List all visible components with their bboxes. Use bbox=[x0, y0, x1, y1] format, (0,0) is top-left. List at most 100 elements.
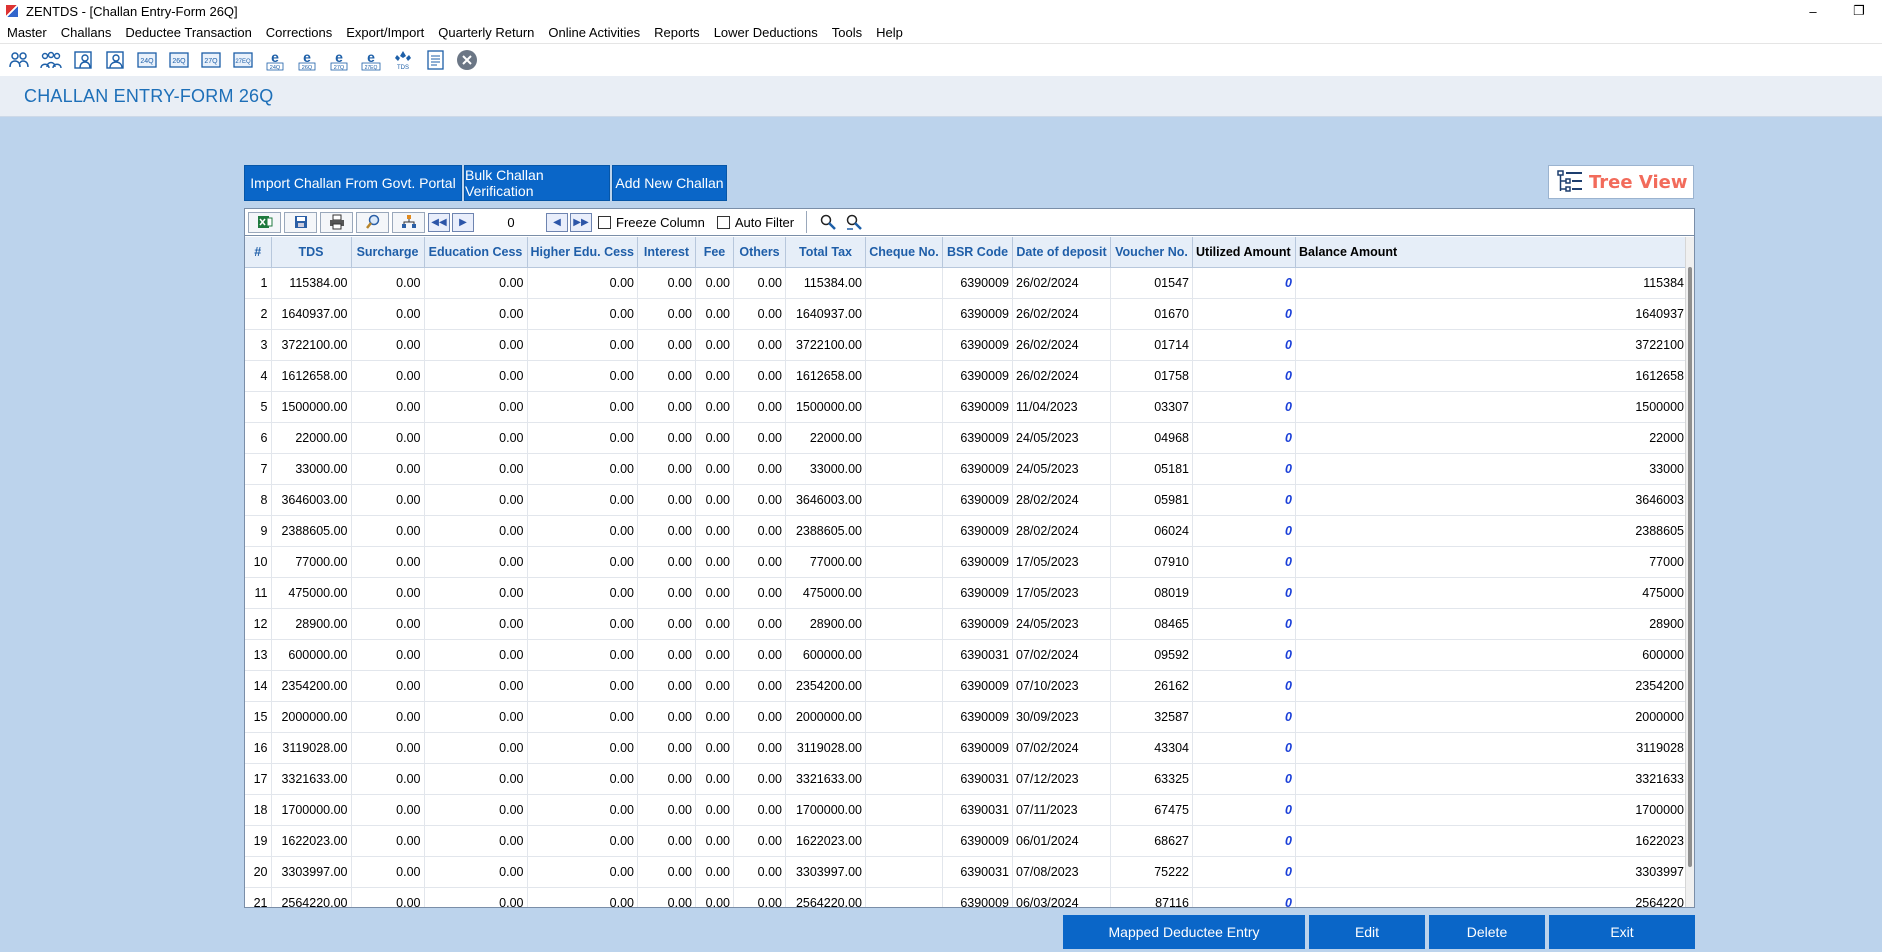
date-of-deposit-cell[interactable]: 26/02/2024 bbox=[1012, 360, 1111, 392]
find-next-icon[interactable] bbox=[843, 212, 865, 232]
e-27q-icon[interactable]: e 27Q bbox=[326, 47, 352, 73]
interest-cell[interactable]: 0.00 bbox=[637, 546, 696, 578]
higher-edu-cess-cell[interactable]: 0.00 bbox=[527, 515, 638, 547]
close-icon[interactable] bbox=[454, 47, 480, 73]
voucher-no-cell[interactable]: 06024 bbox=[1110, 515, 1193, 547]
cheque-no-cell[interactable] bbox=[865, 670, 943, 702]
higher-edu-cess-cell[interactable]: 0.00 bbox=[527, 608, 638, 640]
row-index[interactable]: 5 bbox=[245, 391, 272, 423]
scrollbar-thumb[interactable] bbox=[1688, 267, 1692, 867]
balance-amount-cell[interactable]: 475000 bbox=[1295, 577, 1688, 609]
utilized-amount-cell[interactable]: 0 bbox=[1192, 391, 1296, 423]
others-cell[interactable]: 0.00 bbox=[733, 298, 786, 330]
cheque-no-cell[interactable] bbox=[865, 298, 943, 330]
utilized-amount-cell[interactable]: 0 bbox=[1192, 360, 1296, 392]
date-of-deposit-cell[interactable]: 26/02/2024 bbox=[1012, 267, 1111, 299]
total-tax-cell[interactable]: 3119028.00 bbox=[785, 732, 866, 764]
utilized-amount-cell[interactable]: 0 bbox=[1192, 422, 1296, 454]
education-cess-cell[interactable]: 0.00 bbox=[424, 329, 528, 361]
tds-cell[interactable]: 1700000.00 bbox=[271, 794, 352, 826]
bsr-code-cell[interactable]: 6390031 bbox=[942, 856, 1013, 888]
table-row[interactable]: 19 1622023.00 0.00 0.00 0.00 0.00 0.00 0.00 1622… bbox=[245, 825, 1688, 857]
table-row[interactable]: 21 2564220.00 0.00 0.00 0.00 0.00 0.00 0.00 2564… bbox=[245, 887, 1688, 907]
last-record-button[interactable]: ▶▶ bbox=[570, 212, 592, 232]
voucher-no-cell[interactable]: 03307 bbox=[1110, 391, 1193, 423]
users-group-icon[interactable] bbox=[38, 47, 64, 73]
interest-cell[interactable]: 0.00 bbox=[637, 639, 696, 671]
table-row[interactable]: 8 3646003.00 0.00 0.00 0.00 0.00 0.00 0.00 36460… bbox=[245, 484, 1688, 516]
total-tax-cell[interactable]: 3646003.00 bbox=[785, 484, 866, 516]
bsr-code-cell[interactable]: 6390031 bbox=[942, 639, 1013, 671]
balance-amount-cell[interactable]: 28900 bbox=[1295, 608, 1688, 640]
higher-edu-cess-cell[interactable]: 0.00 bbox=[527, 329, 638, 361]
table-row[interactable]: 1 115384.00 0.00 0.00 0.00 0.00 0.00 0.00 115384… bbox=[245, 267, 1688, 299]
cheque-no-cell[interactable] bbox=[865, 608, 943, 640]
others-cell[interactable]: 0.00 bbox=[733, 856, 786, 888]
utilized-amount-cell[interactable]: 0 bbox=[1192, 639, 1296, 671]
table-row[interactable]: 11 475000.00 0.00 0.00 0.00 0.00 0.00 0.00 47500… bbox=[245, 577, 1688, 609]
print-button[interactable] bbox=[320, 211, 353, 233]
row-index[interactable]: 21 bbox=[245, 887, 272, 907]
surcharge-cell[interactable]: 0.00 bbox=[351, 794, 425, 826]
col-header-fee[interactable]: Fee bbox=[695, 237, 734, 268]
bsr-code-cell[interactable]: 6390009 bbox=[942, 546, 1013, 578]
auto-filter-checkbox[interactable]: Auto Filter bbox=[716, 215, 794, 230]
education-cess-cell[interactable]: 0.00 bbox=[424, 608, 528, 640]
education-cess-cell[interactable]: 0.00 bbox=[424, 360, 528, 392]
interest-cell[interactable]: 0.00 bbox=[637, 298, 696, 330]
import-challan-button[interactable]: Import Challan From Govt. Portal bbox=[244, 165, 462, 201]
date-of-deposit-cell[interactable]: 07/10/2023 bbox=[1012, 670, 1111, 702]
interest-cell[interactable]: 0.00 bbox=[637, 391, 696, 423]
date-of-deposit-cell[interactable]: 24/05/2023 bbox=[1012, 608, 1111, 640]
balance-amount-cell[interactable]: 2000000 bbox=[1295, 701, 1688, 733]
fee-cell[interactable]: 0.00 bbox=[695, 391, 734, 423]
utilized-amount-cell[interactable]: 0 bbox=[1192, 515, 1296, 547]
date-of-deposit-cell[interactable]: 26/02/2024 bbox=[1012, 329, 1111, 361]
voucher-no-cell[interactable]: 04968 bbox=[1110, 422, 1193, 454]
date-of-deposit-cell[interactable]: 11/04/2023 bbox=[1012, 391, 1111, 423]
interest-cell[interactable]: 0.00 bbox=[637, 825, 696, 857]
bsr-code-cell[interactable]: 6390009 bbox=[942, 515, 1013, 547]
menu-reports[interactable]: Reports bbox=[647, 25, 707, 40]
col-header-voucher-no[interactable]: Voucher No. bbox=[1110, 237, 1193, 268]
menu-deductee-transaction[interactable]: Deductee Transaction bbox=[118, 25, 258, 40]
education-cess-cell[interactable]: 0.00 bbox=[424, 515, 528, 547]
form-24q-icon[interactable]: 24Q bbox=[134, 47, 160, 73]
balance-amount-cell[interactable]: 1640937 bbox=[1295, 298, 1688, 330]
col-header-education-cess[interactable]: Education Cess bbox=[424, 237, 528, 268]
fee-cell[interactable]: 0.00 bbox=[695, 298, 734, 330]
tds-cell[interactable]: 2000000.00 bbox=[271, 701, 352, 733]
others-cell[interactable]: 0.00 bbox=[733, 577, 786, 609]
higher-edu-cess-cell[interactable]: 0.00 bbox=[527, 887, 638, 907]
education-cess-cell[interactable]: 0.00 bbox=[424, 484, 528, 516]
table-row[interactable]: 5 1500000.00 0.00 0.00 0.00 0.00 0.00 0.00 15000… bbox=[245, 391, 1688, 423]
deductor-icon[interactable] bbox=[70, 47, 96, 73]
date-of-deposit-cell[interactable]: 07/02/2024 bbox=[1012, 732, 1111, 764]
col-header-date-of-deposit[interactable]: Date of deposit bbox=[1012, 237, 1111, 268]
surcharge-cell[interactable]: 0.00 bbox=[351, 298, 425, 330]
utilized-amount-cell[interactable]: 0 bbox=[1192, 267, 1296, 299]
prev-record-button[interactable]: ▶ bbox=[452, 212, 474, 232]
voucher-no-cell[interactable]: 01758 bbox=[1110, 360, 1193, 392]
fee-cell[interactable]: 0.00 bbox=[695, 825, 734, 857]
education-cess-cell[interactable]: 0.00 bbox=[424, 670, 528, 702]
menu-challans[interactable]: Challans bbox=[54, 25, 119, 40]
form-27eq-icon[interactable]: 27EQ bbox=[230, 47, 256, 73]
total-tax-cell[interactable]: 3321633.00 bbox=[785, 763, 866, 795]
others-cell[interactable]: 0.00 bbox=[733, 670, 786, 702]
fee-cell[interactable]: 0.00 bbox=[695, 887, 734, 907]
form-26q-icon[interactable]: 26Q bbox=[166, 47, 192, 73]
education-cess-cell[interactable]: 0.00 bbox=[424, 732, 528, 764]
cheque-no-cell[interactable] bbox=[865, 825, 943, 857]
balance-amount-cell[interactable]: 3119028 bbox=[1295, 732, 1688, 764]
cheque-no-cell[interactable] bbox=[865, 391, 943, 423]
fee-cell[interactable]: 0.00 bbox=[695, 639, 734, 671]
cheque-no-cell[interactable] bbox=[865, 360, 943, 392]
interest-cell[interactable]: 0.00 bbox=[637, 794, 696, 826]
balance-amount-cell[interactable]: 33000 bbox=[1295, 453, 1688, 485]
voucher-no-cell[interactable]: 26162 bbox=[1110, 670, 1193, 702]
tds-cell[interactable]: 22000.00 bbox=[271, 422, 352, 454]
interest-cell[interactable]: 0.00 bbox=[637, 856, 696, 888]
others-cell[interactable]: 0.00 bbox=[733, 763, 786, 795]
higher-edu-cess-cell[interactable]: 0.00 bbox=[527, 391, 638, 423]
